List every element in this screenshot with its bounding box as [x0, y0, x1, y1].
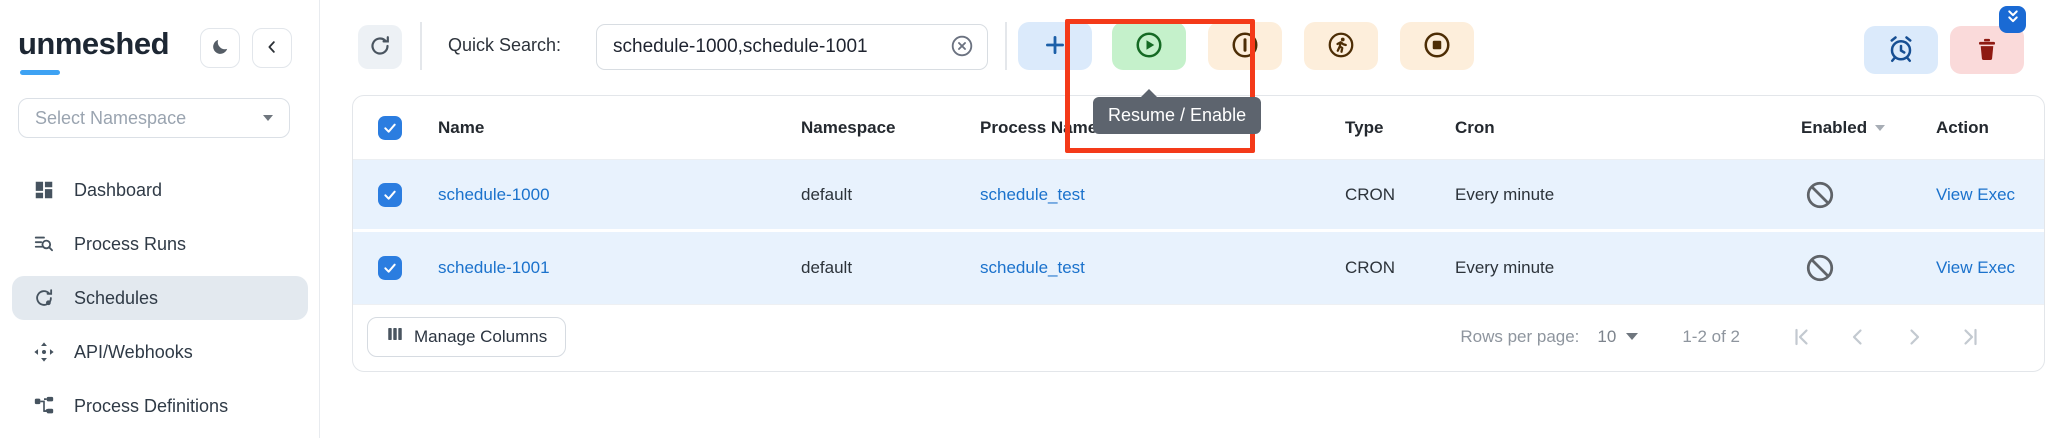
columns-icon — [386, 325, 404, 348]
next-page-button[interactable] — [1900, 323, 1928, 351]
manage-columns-label: Manage Columns — [414, 327, 547, 347]
column-header-name[interactable]: Name — [438, 118, 801, 138]
resume-play-icon — [1134, 30, 1164, 63]
pagination-range: 1-2 of 2 — [1682, 327, 1740, 347]
disabled-slash-icon — [1805, 253, 1936, 283]
cron-cell: Every minute — [1455, 258, 1801, 278]
type-cell: CRON — [1345, 185, 1455, 205]
namespace-cell: default — [801, 258, 980, 278]
column-header-action: Action — [1936, 118, 2044, 138]
namespace-placeholder: Select Namespace — [35, 108, 263, 129]
namespace-cell: default — [801, 185, 980, 205]
toolbar-divider — [1005, 22, 1007, 70]
run-person-icon — [1326, 30, 1356, 63]
stop-button[interactable] — [1400, 22, 1474, 70]
process-definitions-icon — [32, 394, 56, 418]
rows-per-page-label: Rows per page: — [1460, 327, 1579, 347]
chevron-down-icon[interactable] — [1626, 333, 1638, 340]
quick-search-input[interactable] — [613, 36, 949, 58]
sidebar-item-label: Process Runs — [74, 234, 186, 255]
cron-cell: Every minute — [1455, 185, 1801, 205]
table-row: schedule-1000 default schedule_test CRON… — [353, 160, 2044, 232]
schedule-name-link[interactable]: schedule-1000 — [438, 185, 550, 204]
sidebar-item-label: API/Webhooks — [74, 342, 193, 363]
run-now-button[interactable] — [1304, 22, 1378, 70]
schedules-icon — [32, 286, 56, 310]
disabled-slash-icon — [1805, 180, 1936, 210]
process-name-link[interactable]: schedule_test — [980, 258, 1085, 277]
toolbar-divider — [420, 22, 422, 70]
logo-row: unmeshed — [18, 26, 308, 72]
pagination-controls: Rows per page: 10 1-2 of 2 — [1460, 323, 1984, 351]
sidebar: unmeshed Select Namespace Da — [0, 0, 320, 438]
sidebar-collapse-button[interactable] — [252, 28, 292, 68]
column-header-namespace[interactable]: Namespace — [801, 118, 980, 138]
type-cell: CRON — [1345, 258, 1455, 278]
app-root: unmeshed Select Namespace Da — [0, 0, 2048, 438]
circle-x-icon — [949, 33, 975, 62]
refresh-icon — [368, 34, 392, 61]
row-checkbox[interactable] — [378, 256, 402, 280]
sidebar-item-process-runs[interactable]: Process Runs — [12, 222, 308, 266]
sidebar-item-dashboard[interactable]: Dashboard — [12, 168, 308, 212]
last-page-button[interactable] — [1956, 323, 1984, 351]
resume-enable-tooltip: Resume / Enable — [1093, 97, 1261, 134]
select-all-checkbox[interactable] — [378, 116, 402, 140]
sidebar-item-process-definitions[interactable]: Process Definitions — [12, 384, 308, 428]
clear-search-button[interactable] — [949, 34, 975, 60]
column-header-type[interactable]: Type — [1345, 118, 1455, 138]
namespace-select[interactable]: Select Namespace — [18, 98, 290, 138]
moon-icon — [210, 37, 230, 60]
delete-button[interactable] — [1950, 26, 2024, 74]
sidebar-item-api-webhooks[interactable]: API/Webhooks — [12, 330, 308, 374]
schedule-name-link[interactable]: schedule-1001 — [438, 258, 550, 277]
scroll-down-badge[interactable] — [1999, 6, 2026, 33]
quick-search-box — [596, 24, 988, 70]
row-checkbox[interactable] — [378, 183, 402, 207]
quick-search-label: Quick Search: — [448, 35, 561, 56]
api-webhooks-icon — [32, 340, 56, 364]
add-icon — [1042, 32, 1068, 61]
app-logo: unmeshed — [18, 26, 169, 62]
column-header-enabled-label: Enabled — [1801, 118, 1867, 138]
table-row: schedule-1001 default schedule_test CRON… — [353, 232, 2044, 304]
column-header-enabled[interactable]: Enabled — [1801, 118, 1936, 138]
logo-accent-underline — [20, 70, 60, 75]
previous-page-button[interactable] — [1844, 323, 1872, 351]
sidebar-item-label: Dashboard — [74, 180, 162, 201]
schedule-timer-button[interactable] — [1864, 26, 1938, 74]
pause-disable-button[interactable] — [1208, 22, 1282, 70]
schedules-table-card: Name Namespace Process Name Type Cron En… — [352, 95, 2045, 372]
process-runs-icon — [32, 232, 56, 256]
sidebar-item-schedules[interactable]: Schedules — [12, 276, 308, 320]
column-header-cron[interactable]: Cron — [1455, 118, 1801, 138]
refresh-button[interactable] — [358, 25, 402, 69]
resume-enable-button[interactable] — [1112, 22, 1186, 70]
first-page-button[interactable] — [1788, 323, 1816, 351]
dashboard-icon — [32, 178, 56, 202]
manage-columns-button[interactable]: Manage Columns — [367, 317, 566, 357]
sidebar-menu: Dashboard Process Runs Schedules — [0, 168, 320, 438]
double-chevron-down-icon — [2004, 8, 2022, 31]
dark-mode-toggle[interactable] — [200, 28, 240, 68]
create-schedule-button[interactable] — [1018, 22, 1092, 70]
pause-icon — [1230, 30, 1260, 63]
sort-caret-icon — [1875, 125, 1885, 131]
chevron-down-icon — [263, 115, 273, 121]
trash-icon — [1974, 36, 2000, 65]
sidebar-item-label: Process Definitions — [74, 396, 228, 417]
process-name-link[interactable]: schedule_test — [980, 185, 1085, 204]
view-executions-link[interactable]: View Exec — [1936, 258, 2015, 277]
view-executions-link[interactable]: View Exec — [1936, 185, 2015, 204]
sidebar-item-label: Schedules — [74, 288, 158, 309]
table-footer: Manage Columns Rows per page: 10 1-2 of … — [353, 304, 2044, 368]
chevron-left-icon — [263, 38, 281, 59]
rows-per-page-value[interactable]: 10 — [1597, 327, 1616, 347]
alarm-clock-icon — [1886, 34, 1916, 67]
stop-icon — [1422, 30, 1452, 63]
